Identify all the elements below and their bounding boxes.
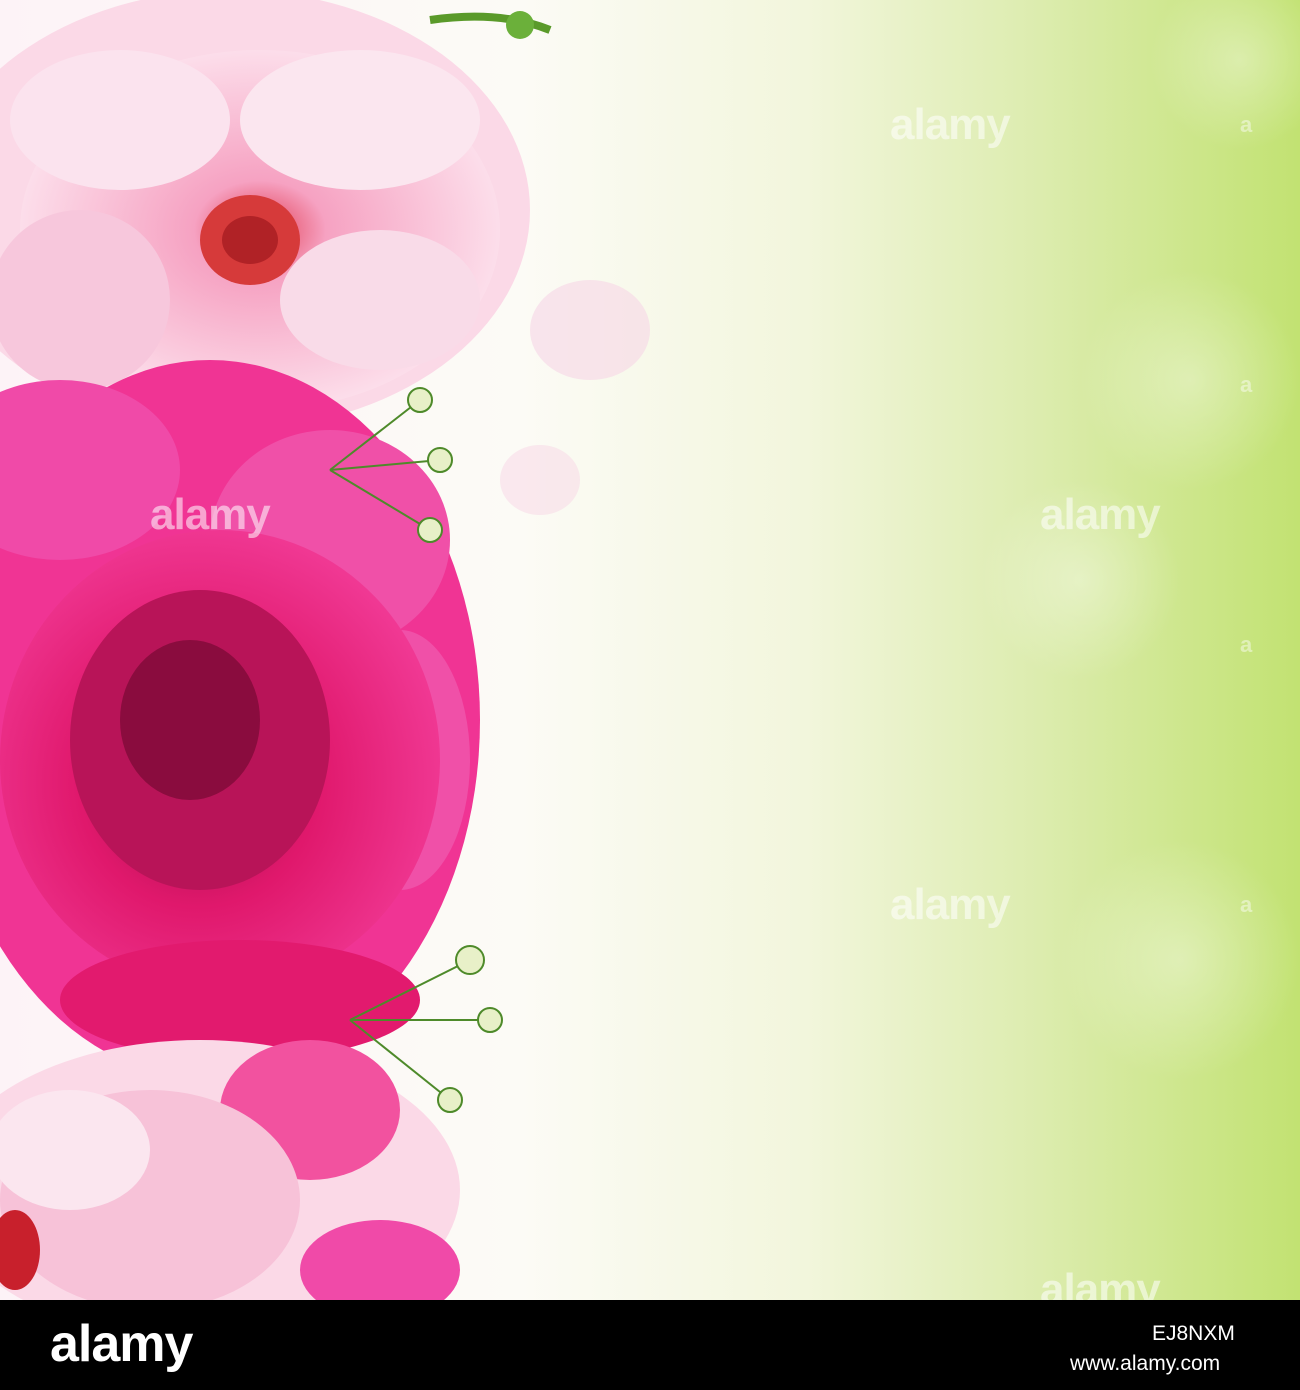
image-id: EJ8NXM	[1152, 1322, 1235, 1345]
watermark: alamy	[1040, 1265, 1161, 1300]
flower-illustration	[0, 0, 1300, 1300]
watermark: alamy	[890, 880, 1011, 929]
footer-bar: alamy EJ8NXM www.alamy.com	[0, 1300, 1300, 1390]
watermark: alamy	[150, 490, 271, 539]
bokeh-circle	[1080, 270, 1300, 490]
watermark: alamy	[1040, 490, 1161, 539]
watermark: alamy	[890, 100, 1011, 149]
brand-logo: alamy	[50, 1315, 193, 1373]
faint-petal	[530, 280, 650, 380]
light-pink-peony-top	[0, 0, 530, 430]
light-pink-peony-bottom	[0, 1040, 460, 1300]
green-sprig	[506, 11, 534, 39]
faint-petal	[500, 445, 580, 515]
bokeh-circle	[1060, 840, 1300, 1080]
stock-photo: alamy alamy alamy alamy alamy a a a a	[0, 0, 1300, 1300]
watermark: a	[1240, 632, 1252, 657]
watermark: a	[1240, 372, 1252, 397]
hot-pink-peony	[0, 360, 480, 1080]
watermark: a	[1240, 892, 1252, 917]
site-url: www.alamy.com	[1070, 1352, 1221, 1375]
bokeh-circle	[1150, 0, 1300, 150]
watermark: a	[1240, 112, 1252, 137]
